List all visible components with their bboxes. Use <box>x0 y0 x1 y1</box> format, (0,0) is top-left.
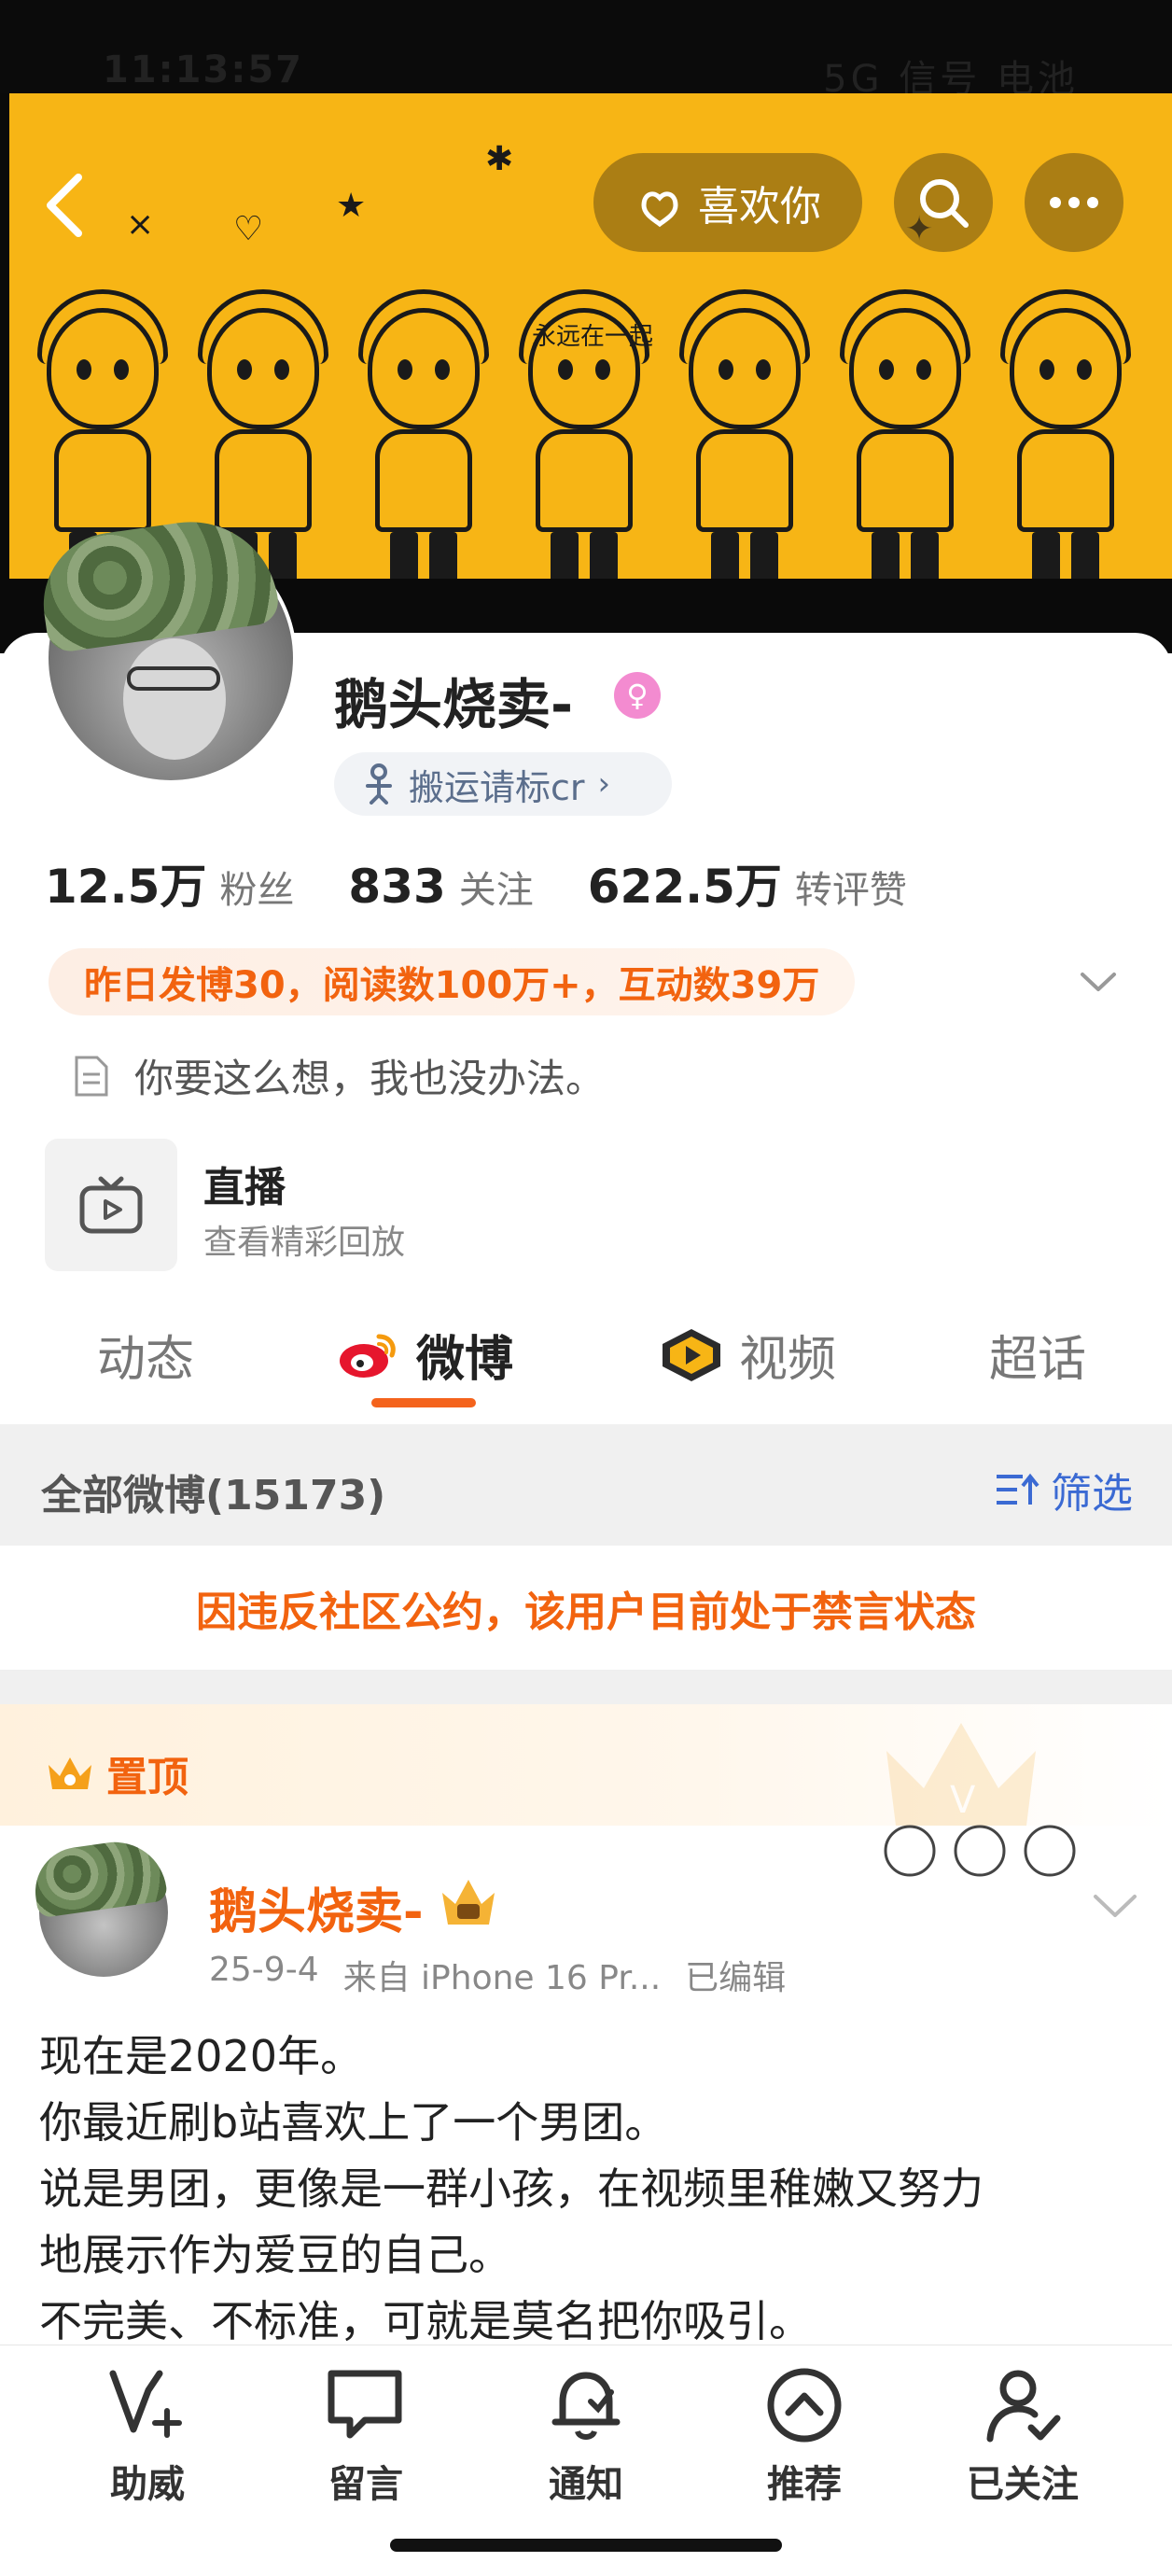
person-tag-icon <box>366 763 392 805</box>
feed-filter-bar: 全部微博(15173) 筛选 <box>0 1424 1172 1546</box>
post-line: 你最近刷b站喜欢上了一个男团。 <box>39 2097 668 2148</box>
like-you-label: 喜欢你 <box>698 183 821 231</box>
female-gender-icon: ♀ <box>614 672 661 719</box>
profile-tabs: 动态 微博 视频 超话 <box>0 1307 1172 1419</box>
post-date: 25-9-4 <box>209 1951 319 1989</box>
followed-button[interactable]: 已关注 <box>948 2364 1097 2508</box>
banner-artwork: × ♡ ★ ✱ ✦ 永远在一起 Gt <box>9 93 1172 645</box>
more-button[interactable] <box>1025 153 1123 252</box>
post-meta: 25-9-4 来自 iPhone 16 Pr... 已编辑 <box>209 1951 786 1999</box>
status-time: 11:13:57 <box>103 49 303 91</box>
stat-value: 622.5万 <box>587 860 782 914</box>
tab-dynamics[interactable]: 动态 <box>97 1320 194 1390</box>
like-you-button[interactable]: 喜欢你 <box>593 153 862 252</box>
crown-watermark-icon: V <box>886 1723 1036 1826</box>
filter-button[interactable]: 筛选 <box>995 1460 1133 1519</box>
bottom-label: 已关注 <box>967 2463 1079 2506</box>
followed-icon <box>986 2370 1061 2443</box>
tab-video[interactable]: 视频 <box>659 1320 836 1390</box>
filter-icon <box>997 1473 1039 1505</box>
bell-icon <box>551 2372 621 2440</box>
tab-label: 动态 <box>97 1332 195 1388</box>
profile-bio: 你要这么想，我也没办法。 <box>73 1047 605 1104</box>
banner-caption: 永远在一起 <box>532 323 654 351</box>
recommend-icon <box>767 2368 842 2443</box>
post-source: 来自 iPhone 16 Pr... <box>342 1959 662 1997</box>
document-icon <box>75 1056 108 1096</box>
cheer-icon <box>109 2370 182 2438</box>
pinned-label: 置顶 <box>45 1743 188 1803</box>
search-button[interactable] <box>894 153 993 252</box>
bottom-label: 助威 <box>110 2463 185 2506</box>
active-tab-indicator <box>371 1398 476 1407</box>
post-line: 地展示作为爱豆的自己。 <box>39 2230 511 2280</box>
home-indicator <box>390 2539 782 2552</box>
recommend-button[interactable]: 推荐 <box>730 2364 879 2508</box>
profile-username: 鹅头烧卖- <box>334 673 574 736</box>
avatar[interactable] <box>34 511 297 784</box>
post-line: 说是男团，更像是一群小孩，在视频里稚嫩又努力 <box>39 2163 984 2214</box>
comment-button[interactable]: 留言 <box>291 2364 440 2508</box>
svg-text:V: V <box>950 1779 976 1822</box>
hand-heart-icon <box>641 191 678 228</box>
bottom-label: 通知 <box>549 2463 623 2506</box>
post-body[interactable]: 现在是2020年。 你最近刷b站喜欢上了一个男团。 说是男团，更像是一群小孩，在… <box>39 2023 1140 2355</box>
stat-label: 粉丝 <box>219 869 295 912</box>
member-crown-badge-icon <box>442 1880 495 1925</box>
comment-icon <box>328 2370 402 2439</box>
stat-label: 转评赞 <box>794 869 907 912</box>
search-icon <box>920 179 969 228</box>
live-title[interactable]: 直播 <box>203 1154 286 1213</box>
activity-summary-badge[interactable]: 昨日发博30，阅读数100万+，互动数39万 <box>49 948 856 1015</box>
chibi-stickers-icon <box>884 1825 1076 1877</box>
profile-tag-label: 搬运请标cr <box>409 766 585 808</box>
chevron-down-icon[interactable] <box>1077 963 1120 1001</box>
chevron-right-icon: › <box>597 765 611 803</box>
live-replay-thumbnail[interactable] <box>45 1139 177 1271</box>
post-author-avatar[interactable] <box>29 1835 169 1977</box>
bottom-label: 推荐 <box>767 2463 842 2506</box>
post-menu-chevron-icon[interactable] <box>1090 1887 1140 1925</box>
stat-fans[interactable]: 12.5万 粉丝 <box>45 849 294 917</box>
notify-button[interactable]: 通知 <box>511 2364 661 2508</box>
stat-value: 12.5万 <box>45 860 207 914</box>
stat-following[interactable]: 833 关注 <box>348 860 533 914</box>
stat-interactions[interactable]: 622.5万 转评赞 <box>588 849 907 917</box>
status-bar: 11:13:57 5G 信号 电池 <box>0 0 1172 101</box>
post-edited: 已编辑 <box>685 1959 787 1997</box>
profile-stats: 12.5万 粉丝 833 关注 622.5万 转评赞 <box>45 849 961 917</box>
cheer-button[interactable]: 助威 <box>73 2364 222 2508</box>
crown-icon <box>49 1757 91 1789</box>
ban-notice: 因违反社区公约，该用户目前处于禁言状态 <box>0 1546 1172 1671</box>
tab-label: 超话 <box>989 1332 1087 1388</box>
all-posts-count: 全部微博(15173) <box>41 1472 386 1519</box>
post-author-name[interactable]: 鹅头烧卖- <box>209 1872 424 1942</box>
bio-text: 你要这么想，我也没办法。 <box>134 1056 606 1101</box>
video-icon <box>663 1328 720 1381</box>
tab-label: 微博 <box>416 1332 514 1388</box>
profile-tag-pill[interactable]: 搬运请标cr › <box>334 752 672 816</box>
pinned-header: 置顶 V <box>0 1704 1172 1826</box>
filter-label: 筛选 <box>1051 1470 1133 1518</box>
back-arrow-icon[interactable] <box>37 168 93 243</box>
stat-label: 关注 <box>458 869 534 912</box>
tab-weibo[interactable]: 微博 <box>336 1320 513 1390</box>
weibo-icon <box>340 1334 396 1378</box>
bottom-label: 留言 <box>328 2463 403 2506</box>
tv-icon <box>79 1176 143 1234</box>
live-subtitle: 查看精彩回放 <box>203 1224 406 1262</box>
tab-label: 视频 <box>739 1332 837 1388</box>
more-dots-icon <box>1050 197 1098 208</box>
tab-super-topic[interactable]: 超话 <box>989 1320 1086 1390</box>
pinned-text: 置顶 <box>106 1754 188 1801</box>
stat-value: 833 <box>348 860 446 914</box>
post-line: 现在是2020年。 <box>39 2031 364 2081</box>
